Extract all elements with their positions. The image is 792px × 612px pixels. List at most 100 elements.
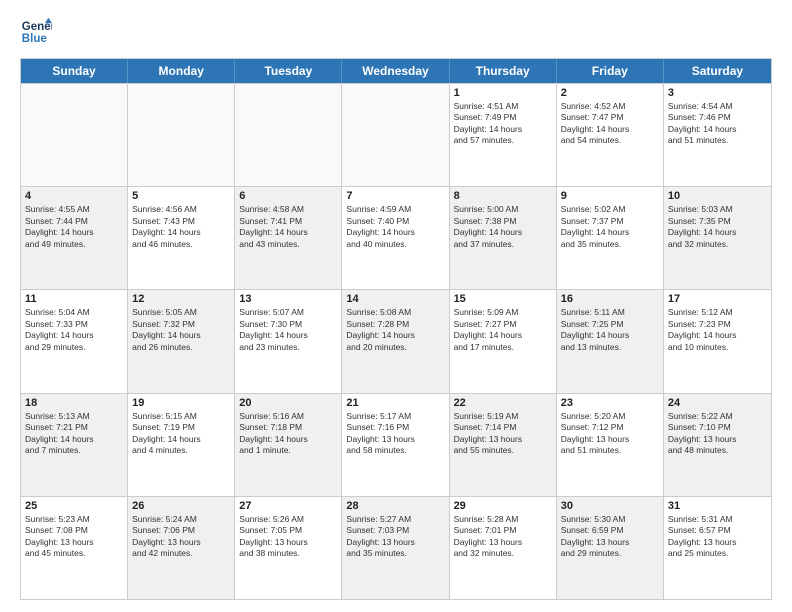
cell-info: Sunrise: 5:03 AM Sunset: 7:35 PM Dayligh… bbox=[668, 204, 767, 250]
logo: General Blue bbox=[20, 16, 52, 48]
cell-info: Sunrise: 5:04 AM Sunset: 7:33 PM Dayligh… bbox=[25, 307, 123, 353]
calendar-cell: 27 Sunrise: 5:26 AM Sunset: 7:05 PM Dayli… bbox=[235, 497, 342, 599]
day-number: 7 bbox=[346, 190, 444, 202]
cell-info: Sunrise: 5:16 AM Sunset: 7:18 PM Dayligh… bbox=[239, 411, 337, 457]
calendar-cell: 17 Sunrise: 5:12 AM Sunset: 7:23 PM Dayli… bbox=[664, 290, 771, 392]
cell-info: Sunrise: 5:27 AM Sunset: 7:03 PM Dayligh… bbox=[346, 514, 444, 560]
calendar-cell: 4 Sunrise: 4:55 AM Sunset: 7:44 PM Daylig… bbox=[21, 187, 128, 289]
calendar-cell: 20 Sunrise: 5:16 AM Sunset: 7:18 PM Dayli… bbox=[235, 394, 342, 496]
day-header-tuesday: Tuesday bbox=[235, 59, 342, 83]
day-number: 11 bbox=[25, 293, 123, 305]
calendar-cell: 31 Sunrise: 5:31 AM Sunset: 6:57 PM Dayli… bbox=[664, 497, 771, 599]
cell-info: Sunrise: 4:56 AM Sunset: 7:43 PM Dayligh… bbox=[132, 204, 230, 250]
cell-info: Sunrise: 5:15 AM Sunset: 7:19 PM Dayligh… bbox=[132, 411, 230, 457]
calendar-cell: 8Sunrise: 5:00 AM Sunset: 7:38 PM Daylig… bbox=[450, 187, 557, 289]
cell-info: Sunrise: 5:13 AM Sunset: 7:21 PM Dayligh… bbox=[25, 411, 123, 457]
day-number: 30 bbox=[561, 500, 659, 512]
cell-info: Sunrise: 5:09 AM Sunset: 7:27 PM Dayligh… bbox=[454, 307, 552, 353]
cell-info: Sunrise: 4:51 AM Sunset: 7:49 PM Dayligh… bbox=[454, 101, 552, 147]
logo-icon: General Blue bbox=[20, 16, 52, 48]
cell-info: Sunrise: 4:58 AM Sunset: 7:41 PM Dayligh… bbox=[239, 204, 337, 250]
cell-info: Sunrise: 5:08 AM Sunset: 7:28 PM Dayligh… bbox=[346, 307, 444, 353]
day-header-friday: Friday bbox=[557, 59, 664, 83]
calendar-cell: 30 Sunrise: 5:30 AM Sunset: 6:59 PM Dayli… bbox=[557, 497, 664, 599]
calendar-cell bbox=[235, 84, 342, 186]
day-number: 2 bbox=[561, 87, 659, 99]
cell-info: Sunrise: 5:20 AM Sunset: 7:12 PM Dayligh… bbox=[561, 411, 659, 457]
calendar-header: SundayMondayTuesdayWednesdayThursdayFrid… bbox=[21, 59, 771, 83]
day-header-sunday: Sunday bbox=[21, 59, 128, 83]
calendar-cell: 3 Sunrise: 4:54 AM Sunset: 7:46 PM Daylig… bbox=[664, 84, 771, 186]
day-number: 25 bbox=[25, 500, 123, 512]
calendar-row-2: 4 Sunrise: 4:55 AM Sunset: 7:44 PM Daylig… bbox=[21, 186, 771, 289]
day-number: 18 bbox=[25, 397, 123, 409]
day-header-wednesday: Wednesday bbox=[342, 59, 449, 83]
day-number: 21 bbox=[346, 397, 444, 409]
calendar-cell: 26Sunrise: 5:24 AM Sunset: 7:06 PM Dayli… bbox=[128, 497, 235, 599]
day-number: 14 bbox=[346, 293, 444, 305]
calendar: SundayMondayTuesdayWednesdayThursdayFrid… bbox=[20, 58, 772, 600]
calendar-cell: 16 Sunrise: 5:11 AM Sunset: 7:25 PM Dayli… bbox=[557, 290, 664, 392]
cell-info: Sunrise: 5:23 AM Sunset: 7:08 PM Dayligh… bbox=[25, 514, 123, 560]
calendar-cell bbox=[21, 84, 128, 186]
page-header: General Blue bbox=[20, 16, 772, 48]
day-number: 16 bbox=[561, 293, 659, 305]
day-number: 5 bbox=[132, 190, 230, 202]
cell-info: Sunrise: 5:28 AM Sunset: 7:01 PM Dayligh… bbox=[454, 514, 552, 560]
day-number: 28 bbox=[346, 500, 444, 512]
cell-info: Sunrise: 5:19 AM Sunset: 7:14 PM Dayligh… bbox=[454, 411, 552, 457]
calendar-cell bbox=[342, 84, 449, 186]
day-number: 9 bbox=[561, 190, 659, 202]
day-number: 3 bbox=[668, 87, 767, 99]
calendar-cell: 22Sunrise: 5:19 AM Sunset: 7:14 PM Dayli… bbox=[450, 394, 557, 496]
cell-info: Sunrise: 5:07 AM Sunset: 7:30 PM Dayligh… bbox=[239, 307, 337, 353]
calendar-cell: 15Sunrise: 5:09 AM Sunset: 7:27 PM Dayli… bbox=[450, 290, 557, 392]
day-number: 6 bbox=[239, 190, 337, 202]
day-number: 31 bbox=[668, 500, 767, 512]
day-number: 26 bbox=[132, 500, 230, 512]
calendar-cell: 6 Sunrise: 4:58 AM Sunset: 7:41 PM Daylig… bbox=[235, 187, 342, 289]
calendar-cell: 14 Sunrise: 5:08 AM Sunset: 7:28 PM Dayli… bbox=[342, 290, 449, 392]
cell-info: Sunrise: 4:55 AM Sunset: 7:44 PM Dayligh… bbox=[25, 204, 123, 250]
calendar-cell: 9Sunrise: 5:02 AM Sunset: 7:37 PM Daylig… bbox=[557, 187, 664, 289]
cell-info: Sunrise: 5:31 AM Sunset: 6:57 PM Dayligh… bbox=[668, 514, 767, 560]
day-number: 24 bbox=[668, 397, 767, 409]
cell-info: Sunrise: 4:52 AM Sunset: 7:47 PM Dayligh… bbox=[561, 101, 659, 147]
cell-info: Sunrise: 5:00 AM Sunset: 7:38 PM Dayligh… bbox=[454, 204, 552, 250]
cell-info: Sunrise: 5:30 AM Sunset: 6:59 PM Dayligh… bbox=[561, 514, 659, 560]
cell-info: Sunrise: 5:26 AM Sunset: 7:05 PM Dayligh… bbox=[239, 514, 337, 560]
calendar-cell: 1 Sunrise: 4:51 AM Sunset: 7:49 PM Daylig… bbox=[450, 84, 557, 186]
cell-info: Sunrise: 5:05 AM Sunset: 7:32 PM Dayligh… bbox=[132, 307, 230, 353]
calendar-cell: 2 Sunrise: 4:52 AM Sunset: 7:47 PM Daylig… bbox=[557, 84, 664, 186]
calendar-row-4: 18 Sunrise: 5:13 AM Sunset: 7:21 PM Dayli… bbox=[21, 393, 771, 496]
day-number: 27 bbox=[239, 500, 337, 512]
calendar-cell: 25 Sunrise: 5:23 AM Sunset: 7:08 PM Dayli… bbox=[21, 497, 128, 599]
day-number: 12 bbox=[132, 293, 230, 305]
svg-text:Blue: Blue bbox=[22, 33, 48, 45]
day-header-saturday: Saturday bbox=[664, 59, 771, 83]
day-number: 20 bbox=[239, 397, 337, 409]
calendar-cell: 29Sunrise: 5:28 AM Sunset: 7:01 PM Dayli… bbox=[450, 497, 557, 599]
cell-info: Sunrise: 5:11 AM Sunset: 7:25 PM Dayligh… bbox=[561, 307, 659, 353]
cell-info: Sunrise: 5:17 AM Sunset: 7:16 PM Dayligh… bbox=[346, 411, 444, 457]
calendar-cell: 13Sunrise: 5:07 AM Sunset: 7:30 PM Dayli… bbox=[235, 290, 342, 392]
cell-info: Sunrise: 4:54 AM Sunset: 7:46 PM Dayligh… bbox=[668, 101, 767, 147]
day-number: 19 bbox=[132, 397, 230, 409]
calendar-body: 1 Sunrise: 4:51 AM Sunset: 7:49 PM Daylig… bbox=[21, 83, 771, 599]
day-number: 1 bbox=[454, 87, 552, 99]
calendar-row-5: 25 Sunrise: 5:23 AM Sunset: 7:08 PM Dayli… bbox=[21, 496, 771, 599]
cell-info: Sunrise: 5:12 AM Sunset: 7:23 PM Dayligh… bbox=[668, 307, 767, 353]
calendar-row-3: 11 Sunrise: 5:04 AM Sunset: 7:33 PM Dayli… bbox=[21, 289, 771, 392]
calendar-cell bbox=[128, 84, 235, 186]
day-number: 10 bbox=[668, 190, 767, 202]
day-number: 17 bbox=[668, 293, 767, 305]
day-number: 23 bbox=[561, 397, 659, 409]
calendar-cell: 11 Sunrise: 5:04 AM Sunset: 7:33 PM Dayli… bbox=[21, 290, 128, 392]
calendar-cell: 7 Sunrise: 4:59 AM Sunset: 7:40 PM Daylig… bbox=[342, 187, 449, 289]
calendar-row-1: 1 Sunrise: 4:51 AM Sunset: 7:49 PM Daylig… bbox=[21, 83, 771, 186]
day-number: 4 bbox=[25, 190, 123, 202]
calendar-cell: 12 Sunrise: 5:05 AM Sunset: 7:32 PM Dayli… bbox=[128, 290, 235, 392]
cell-info: Sunrise: 4:59 AM Sunset: 7:40 PM Dayligh… bbox=[346, 204, 444, 250]
day-header-thursday: Thursday bbox=[450, 59, 557, 83]
calendar-cell: 24Sunrise: 5:22 AM Sunset: 7:10 PM Dayli… bbox=[664, 394, 771, 496]
